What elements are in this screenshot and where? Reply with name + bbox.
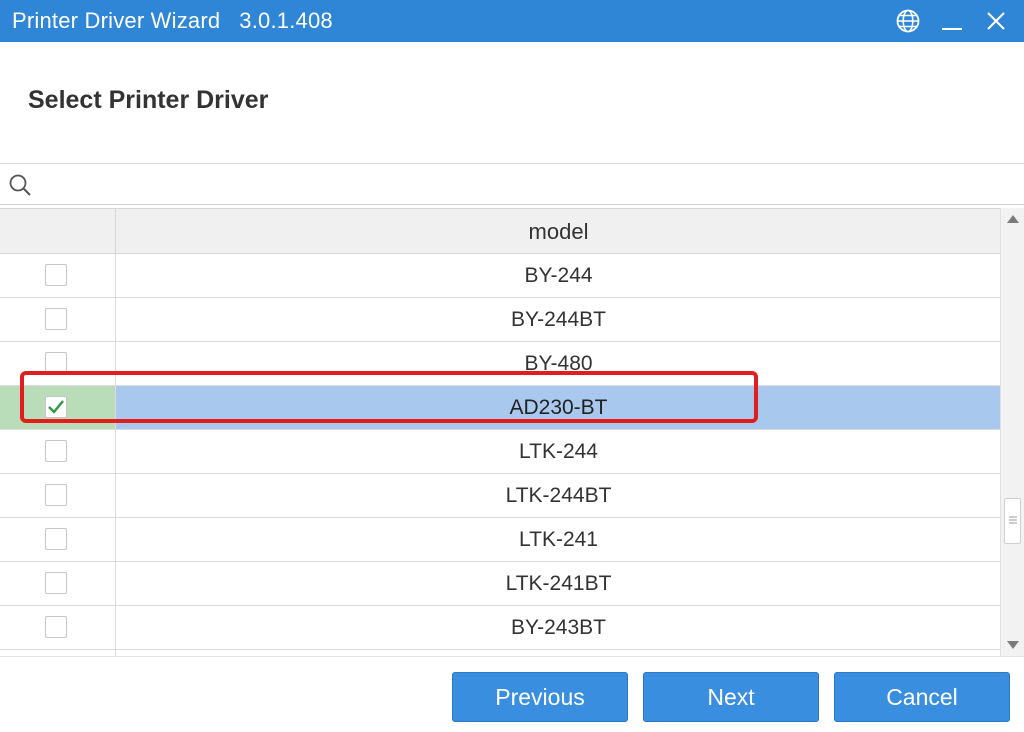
select-cell — [0, 562, 116, 605]
table-row[interactable]: LTK-241BT — [0, 562, 1000, 606]
next-button[interactable]: Next — [643, 672, 819, 722]
model-cell: LTK-244BT — [505, 483, 612, 507]
table-row-selected[interactable]: AD230-BT — [0, 386, 1000, 430]
model-cell: AD230-BT — [509, 395, 608, 419]
scrollbar-thumb[interactable] — [1004, 498, 1021, 544]
model-cell: LTK-244 — [519, 439, 598, 463]
title-bar: Printer Driver Wizard 3.0.1.408 — [0, 0, 1024, 42]
page-title: Select Printer Driver — [28, 86, 269, 114]
row-checkbox-checked[interactable] — [45, 396, 67, 418]
table-row[interactable]: LTK-241 — [0, 518, 1000, 562]
select-cell — [0, 474, 116, 517]
model-cell: LTK-241BT — [505, 571, 612, 595]
row-checkbox[interactable] — [45, 264, 67, 286]
model-cell: BY-243BT — [511, 615, 606, 639]
table-row[interactable]: BY-244 — [0, 254, 1000, 298]
table-row[interactable]: BY-480 — [0, 342, 1000, 386]
select-cell — [0, 342, 116, 385]
footer-bar: Previous Next Cancel — [0, 656, 1024, 732]
model-cell: LTK-241 — [519, 527, 598, 551]
row-checkbox[interactable] — [45, 528, 67, 550]
close-icon[interactable] — [981, 6, 1011, 36]
vertical-scrollbar[interactable] — [1000, 208, 1024, 656]
row-checkbox[interactable] — [45, 616, 67, 638]
table-body: BY-244 BY-244BT BY-480 AD230-BT LTK-244 … — [0, 254, 1000, 657]
table-header: model — [0, 209, 1000, 254]
table-row[interactable]: LTK-244 — [0, 430, 1000, 474]
model-cell: BY-244 — [524, 263, 593, 287]
cancel-button[interactable]: Cancel — [834, 672, 1010, 722]
search-input[interactable] — [38, 168, 1002, 202]
select-cell — [0, 430, 116, 473]
row-checkbox[interactable] — [45, 440, 67, 462]
driver-table: model BY-244 BY-244BT BY-480 AD230-BT LT… — [0, 208, 1000, 657]
scroll-down-icon[interactable] — [1006, 640, 1020, 650]
header-select-column — [0, 209, 116, 254]
row-checkbox[interactable] — [45, 484, 67, 506]
row-checkbox[interactable] — [45, 308, 67, 330]
table-row[interactable]: BY-244BT — [0, 298, 1000, 342]
previous-button[interactable]: Previous — [452, 672, 628, 722]
grip-icon — [1009, 516, 1017, 524]
scroll-up-icon[interactable] — [1006, 214, 1020, 224]
select-cell — [0, 386, 116, 429]
select-cell — [0, 518, 116, 561]
model-cell: BY-480 — [524, 351, 593, 375]
row-checkbox[interactable] — [45, 572, 67, 594]
globe-icon[interactable] — [893, 6, 923, 36]
window-title: Printer Driver Wizard 3.0.1.408 — [12, 8, 333, 33]
table-row[interactable]: BY-243BT — [0, 606, 1000, 650]
select-cell — [0, 254, 116, 297]
table-row[interactable]: LTK-244BT — [0, 474, 1000, 518]
search-bar — [0, 163, 1024, 205]
column-header-model[interactable]: model — [117, 219, 1000, 245]
select-cell — [0, 298, 116, 341]
minimize-icon[interactable] — [937, 6, 967, 36]
model-cell: BY-244BT — [511, 307, 606, 331]
select-cell — [0, 606, 116, 649]
checkmark-icon — [48, 400, 64, 414]
row-checkbox[interactable] — [45, 352, 67, 374]
search-icon — [8, 173, 32, 202]
